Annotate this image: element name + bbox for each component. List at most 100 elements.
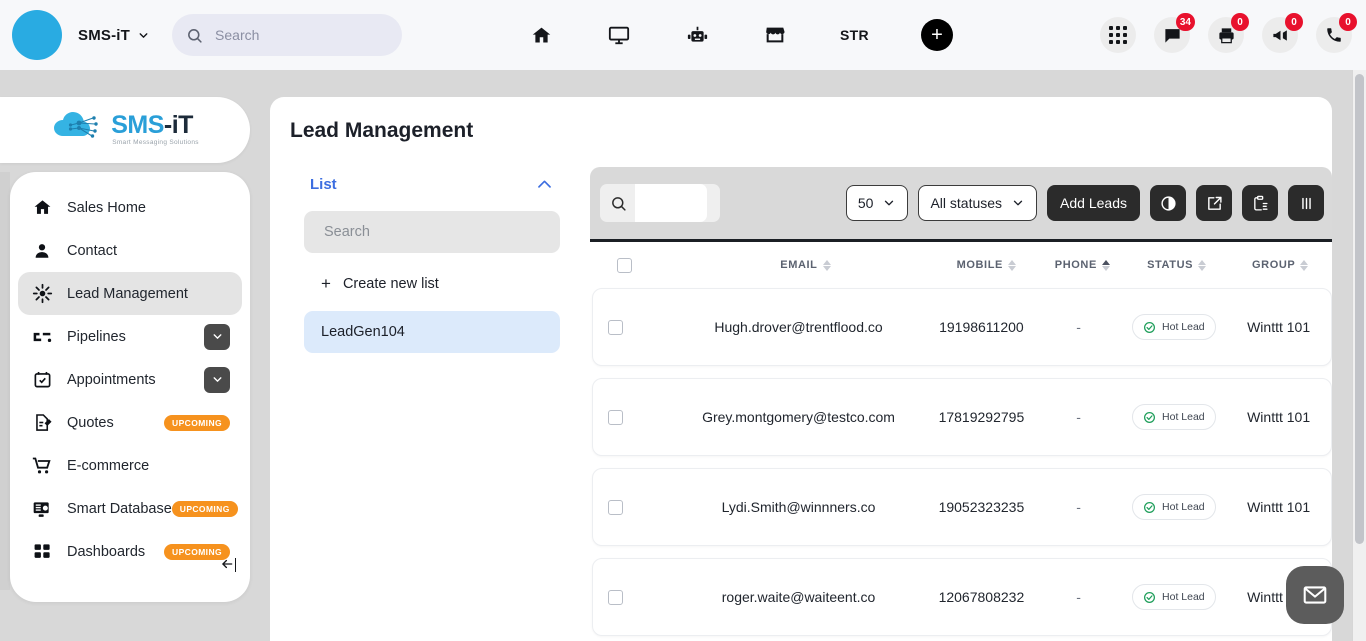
sidebar-item-smart-database[interactable]: Smart Database UPCOMING bbox=[18, 487, 242, 530]
cell-mobile: 17819292795 bbox=[938, 409, 1025, 425]
table-search[interactable] bbox=[600, 184, 720, 222]
sidebar-item-appointments[interactable]: Appointments bbox=[18, 358, 242, 401]
row-select-cell bbox=[593, 589, 670, 605]
robot-icon[interactable] bbox=[684, 22, 710, 48]
nav-str-label[interactable]: STR bbox=[840, 27, 869, 43]
calls-button[interactable]: 0 bbox=[1316, 13, 1357, 53]
table-body: Hugh.drover@trentflood.co 19198611200 - … bbox=[590, 288, 1332, 636]
column-header-email[interactable]: EMAIL bbox=[678, 259, 932, 271]
sidebar-logo[interactable]: SMS-iT Smart Messaging Solutions bbox=[0, 97, 250, 163]
select-all-checkbox[interactable] bbox=[617, 257, 632, 273]
status-label: Hot Lead bbox=[1162, 321, 1205, 333]
table-row[interactable]: Hugh.drover@trentflood.co 19198611200 - … bbox=[592, 288, 1332, 366]
sidebar-item-pipelines[interactable]: Pipelines bbox=[18, 315, 242, 358]
row-checkbox[interactable] bbox=[608, 319, 623, 335]
column-header-status[interactable]: STATUS bbox=[1125, 259, 1229, 271]
main-panel: Lead Management List Search + Create new… bbox=[270, 97, 1332, 641]
pencil-square-icon bbox=[1206, 195, 1223, 212]
calendar-check-icon bbox=[30, 370, 54, 389]
chevron-down-icon[interactable] bbox=[204, 323, 230, 350]
apps-grid-button[interactable] bbox=[1100, 17, 1136, 53]
row-select-cell bbox=[593, 319, 670, 335]
table-row[interactable]: Lydi.Smith@winnners.co 19052323235 - Hot… bbox=[592, 468, 1332, 546]
arrow-left-icon[interactable] bbox=[220, 556, 236, 572]
sidebar-item-partial[interactable] bbox=[18, 593, 242, 602]
add-leads-button[interactable]: Add Leads bbox=[1047, 185, 1140, 221]
status-badge: Hot Lead bbox=[1132, 584, 1216, 610]
row-checkbox[interactable] bbox=[608, 409, 623, 425]
sort-icon[interactable] bbox=[1300, 259, 1309, 271]
page-scrollbar-thumb[interactable] bbox=[1355, 74, 1364, 544]
contrast-toggle-button[interactable] bbox=[1150, 185, 1186, 221]
column-header-group[interactable]: GROUP bbox=[1228, 259, 1332, 271]
status-filter-select[interactable]: All statuses bbox=[918, 185, 1038, 221]
top-nav-icons: STR + bbox=[528, 19, 953, 51]
sidebar-item-sales-home[interactable]: Sales Home bbox=[18, 186, 242, 229]
monitor-icon[interactable] bbox=[606, 22, 632, 48]
cell-phone: - bbox=[1076, 589, 1081, 605]
brand-avatar[interactable] bbox=[12, 10, 62, 60]
sidebar-item-lead-management[interactable]: Lead Management bbox=[18, 272, 242, 315]
clipboard-list-button[interactable] bbox=[1242, 185, 1278, 221]
pipeline-icon bbox=[30, 327, 54, 347]
chevron-down-icon[interactable] bbox=[204, 366, 230, 393]
columns-button[interactable] bbox=[1288, 185, 1324, 221]
dashboard-grid-icon bbox=[30, 542, 54, 561]
list-search-input[interactable]: Search bbox=[304, 211, 560, 253]
list-panel-title: List bbox=[310, 176, 337, 193]
create-new-list-button[interactable]: + Create new list bbox=[304, 274, 560, 294]
brand-name: SMS-iT bbox=[78, 26, 131, 44]
top-right-icons: 34 0 0 0 bbox=[1100, 13, 1357, 53]
sort-icon[interactable] bbox=[822, 259, 831, 271]
column-header-phone[interactable]: PHONE bbox=[1040, 259, 1125, 271]
chevron-down-icon bbox=[1011, 196, 1025, 210]
column-header-mobile[interactable]: MOBILE bbox=[933, 259, 1040, 271]
status-filter-value: All statuses bbox=[930, 195, 1003, 211]
cell-status: Hot Lead bbox=[1121, 584, 1226, 610]
sidebar-item-contact[interactable]: Contact bbox=[18, 229, 242, 272]
storefront-icon[interactable] bbox=[762, 22, 788, 48]
sort-icon[interactable] bbox=[1101, 259, 1110, 271]
column-label: GROUP bbox=[1252, 259, 1296, 271]
row-checkbox[interactable] bbox=[608, 499, 623, 515]
table-row[interactable]: Grey.montgomery@testco.com 17819292795 -… bbox=[592, 378, 1332, 456]
table-search-input[interactable] bbox=[635, 184, 707, 222]
list-item-leadgen104[interactable]: LeadGen104 bbox=[304, 311, 560, 353]
sidebar-item-label: Appointments bbox=[67, 371, 156, 388]
cell-group: Winttt 101 bbox=[1247, 499, 1311, 515]
sidebar-item-dashboards[interactable]: Dashboards UPCOMING bbox=[18, 530, 242, 573]
mail-fab-button[interactable] bbox=[1286, 566, 1344, 624]
table-row[interactable]: roger.waite@waiteent.co 12067808232 - Ho… bbox=[592, 558, 1332, 636]
chevron-down-icon[interactable] bbox=[137, 29, 150, 42]
cell-group: Winttt 101 bbox=[1247, 409, 1311, 425]
sidebar-item-label: Dashboards bbox=[67, 543, 146, 560]
status-label: Hot Lead bbox=[1162, 501, 1205, 513]
half-circle-icon bbox=[1160, 195, 1177, 212]
clipboard-list-icon bbox=[1252, 195, 1269, 212]
row-checkbox[interactable] bbox=[608, 589, 623, 605]
top-bar: SMS-iT Search STR + 34 0 0 0 bbox=[0, 0, 1366, 70]
lead-target-icon bbox=[30, 283, 54, 304]
sidebar-item-quotes[interactable]: Quotes UPCOMING bbox=[18, 401, 242, 444]
envelope-icon bbox=[1302, 582, 1328, 608]
toolbar-controls: 50 All statuses Add Leads bbox=[845, 185, 1332, 221]
sort-icon[interactable] bbox=[1007, 259, 1016, 271]
sidebar-item-label: E-commerce bbox=[67, 457, 150, 474]
sidebar-item-label: Quotes bbox=[67, 414, 114, 431]
global-search-input[interactable]: Search bbox=[172, 14, 403, 56]
sort-icon[interactable] bbox=[1198, 259, 1207, 271]
grid-dots-icon bbox=[1109, 26, 1127, 44]
sidebar: Sales Home Contact Lead Management Pipel… bbox=[10, 172, 250, 602]
messages-button[interactable]: 34 bbox=[1154, 13, 1195, 53]
sidebar-scroll-gutter[interactable] bbox=[0, 172, 10, 590]
page-size-select[interactable]: 50 bbox=[845, 185, 909, 221]
announcements-button[interactable]: 0 bbox=[1262, 13, 1303, 53]
compose-button[interactable] bbox=[1196, 185, 1232, 221]
home-icon[interactable] bbox=[528, 22, 554, 48]
sidebar-item-e-commerce[interactable]: E-commerce bbox=[18, 444, 242, 487]
phone-icon bbox=[1325, 26, 1343, 44]
print-button[interactable]: 0 bbox=[1208, 13, 1249, 53]
add-new-button[interactable]: + bbox=[920, 19, 953, 51]
chevron-up-icon[interactable] bbox=[535, 175, 554, 194]
logo-main-dark: -iT bbox=[163, 111, 194, 140]
